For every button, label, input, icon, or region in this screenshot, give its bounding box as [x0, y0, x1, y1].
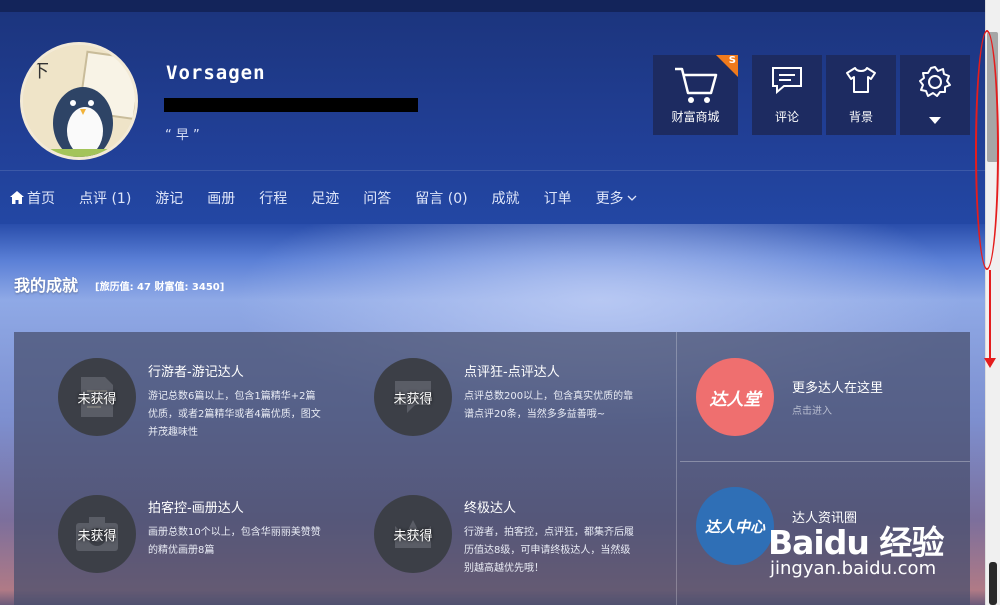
achievement-desc: 游记总数6篇以上，包含1篇精华+2篇优质，或者2篇精华或者4篇优质，图文并茂趣味…: [148, 391, 321, 438]
achievement-badge-albums[interactable]: 未获得: [58, 495, 136, 573]
side-divider: [680, 461, 970, 462]
shop-label: 财富商城: [671, 110, 720, 124]
section-stats: [旅历值: 47 财富值: 3450]: [95, 282, 225, 293]
achievement-status: 未获得: [77, 391, 117, 407]
username: Vorsagen: [166, 62, 266, 84]
svg-text:下: 下: [31, 61, 49, 82]
achievement-title: 拍客控-画册达人: [148, 501, 244, 516]
avatar[interactable]: 下: [20, 42, 138, 160]
more-experts-link[interactable]: 更多达人在这里: [792, 377, 883, 396]
settings-button[interactable]: [900, 55, 970, 135]
nav-item-travelogues[interactable]: 游记: [155, 188, 183, 208]
achievement-title: 点评狂-点评达人: [464, 365, 560, 380]
nav-item-more[interactable]: 更多: [596, 188, 640, 208]
achievement-status: 未获得: [393, 528, 433, 544]
more-experts-sub[interactable]: 点击进入: [792, 402, 832, 417]
watermark-url: jingyan.baidu.com: [770, 558, 937, 579]
achievement-badge-ultimate[interactable]: 未获得: [374, 495, 452, 573]
expert-center-badge[interactable]: 达人中心: [696, 487, 774, 565]
section-title: 我的成就: [14, 276, 79, 295]
achievement-status: 未获得: [77, 528, 117, 544]
comment-label: 评论: [774, 110, 799, 124]
caret-down-icon: [929, 117, 941, 124]
annotation-arrow-icon: [984, 358, 996, 368]
nav-item-orders[interactable]: 订单: [544, 188, 572, 208]
nav-item-reviews[interactable]: 点评 (1): [79, 188, 131, 208]
top-strip: [0, 0, 985, 12]
achievement-desc: 画册总数10个以上，包含华丽丽美赞赞的精优画册8篇: [148, 527, 321, 556]
home-icon: [10, 191, 24, 204]
comment-button[interactable]: 评论: [752, 55, 822, 135]
nav-item-qa[interactable]: 问答: [363, 188, 391, 208]
scrollbar-bottom-handle[interactable]: [989, 562, 997, 605]
page: 下 Vorsagen “ 早 ” S 财富商城 评论 背景 首页 点评 (1) …: [0, 0, 985, 605]
achievement-status: 未获得: [393, 391, 433, 407]
achievement-title: 终极达人: [464, 501, 517, 516]
motto: “ 早 ”: [165, 128, 200, 143]
achievement-title: 行游者-游记达人: [148, 365, 244, 380]
nav-item-footprints[interactable]: 足迹: [311, 188, 339, 208]
nav-item-messages[interactable]: 留言 (0): [415, 188, 467, 208]
achievement-desc: 行游者，拍客控，点评狂，都集齐后履历值达8级，可申请终极达人，当然级别越高越优先…: [464, 527, 634, 574]
nav-item-itinerary[interactable]: 行程: [259, 188, 287, 208]
expert-hall-badge[interactable]: 达人堂: [696, 358, 774, 436]
tshirt-icon: [846, 67, 876, 93]
watermark-logo: Baidu 经验: [768, 523, 944, 562]
shop-button[interactable]: S 财富商城: [653, 55, 738, 135]
profile-nav: 首页 点评 (1) 游记 画册 行程 足迹 问答 留言 (0) 成就 订单 更多: [0, 170, 985, 224]
redacted-info: [164, 98, 418, 112]
background-button[interactable]: 背景: [826, 55, 896, 135]
achievement-badge-reviews[interactable]: 未获得: [374, 358, 452, 436]
chevron-down-icon: [627, 195, 637, 201]
achievement-badge-travelogue[interactable]: 未获得: [58, 358, 136, 436]
nav-item-home[interactable]: 首页: [10, 188, 55, 208]
gear-icon: [919, 66, 951, 97]
annotation-line: [989, 270, 991, 358]
nav-item-achievements[interactable]: 成就: [492, 188, 520, 208]
shop-badge-text: S: [728, 55, 736, 66]
achievement-desc: 点评总数200以上，包含真实优质的靠谱点评20条，当然多多益善哦~: [464, 391, 634, 420]
cart-icon: [674, 67, 717, 103]
baidu-jingyan-watermark: Baidu 经验 jingyan.baidu.com: [768, 516, 944, 579]
comment-icon: [772, 67, 802, 95]
panel-divider: [676, 332, 677, 605]
annotation-oval: [975, 30, 999, 270]
nav-item-albums[interactable]: 画册: [207, 188, 235, 208]
background-label: 背景: [848, 110, 873, 124]
